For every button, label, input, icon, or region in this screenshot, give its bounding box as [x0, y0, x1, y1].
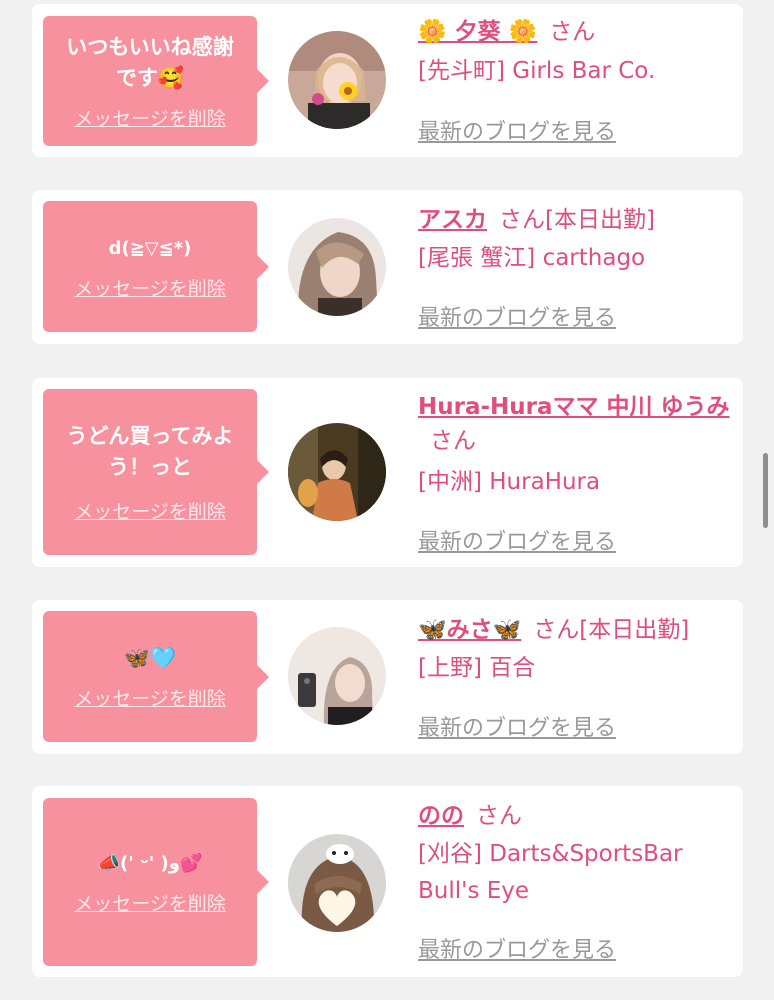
user-info: 🌼 夕葵 🌼 さん [先斗町] Girls Bar Co. [418, 14, 733, 90]
message-text: 🦋🩵 [123, 645, 177, 670]
avatar[interactable] [288, 834, 386, 932]
shop-name: [先斗町] Girls Bar Co. [418, 58, 656, 84]
shop-name: [刈谷] Darts&SportsBar Bull's Eye [418, 841, 683, 904]
latest-blog-link[interactable]: 最新のブログを見る [418, 114, 616, 146]
avatar[interactable] [288, 31, 386, 129]
honorific: さん [476, 803, 522, 829]
list-item: うどん買ってみよう！っと メッセージを削除 Hura-Huraママ 中川 ゆうみ… [32, 378, 743, 567]
shop-name: [中洲] HuraHura [418, 469, 601, 495]
status-badge: [本日出勤] [545, 207, 655, 233]
shop-name: [尾張 蟹江] carthago [418, 245, 646, 271]
message-bubble: うどん買ってみよう！っと メッセージを削除 [43, 389, 269, 555]
avatar[interactable] [288, 423, 386, 521]
latest-blog-link[interactable]: 最新のブログを見る [418, 932, 616, 964]
user-name-link[interactable]: アスカ [418, 207, 487, 233]
status-badge: [本日出勤] [579, 617, 690, 643]
message-text: d(≧▽≦*) [108, 237, 192, 259]
delete-message-link[interactable]: メッセージを削除 [74, 684, 226, 711]
avatar[interactable] [288, 218, 386, 316]
honorific: さん [549, 19, 596, 45]
user-name-link[interactable]: 🌼 夕葵 🌼 [418, 19, 537, 45]
user-name-link[interactable]: のの [418, 803, 464, 829]
message-bubble: いつもいいね感謝です🥰 メッセージを削除 [43, 16, 269, 146]
delete-message-link[interactable]: メッセージを削除 [74, 104, 226, 131]
delete-message-link[interactable]: メッセージを削除 [74, 889, 226, 916]
message-bubble: 📣(' ᵕ' )و💕 メッセージを削除 [43, 798, 269, 966]
honorific: さん [430, 428, 476, 454]
scrollbar[interactable] [763, 453, 768, 528]
latest-blog-link[interactable]: 最新のブログを見る [418, 710, 616, 742]
list-item: d(≧▽≦*) メッセージを削除 アスカ さん[本日出勤] [尾張 蟹江] car… [32, 190, 743, 344]
honorific: さん [499, 207, 545, 233]
user-name-link[interactable]: 🦋みさ🦋 [418, 617, 521, 643]
list-item: 📣(' ᵕ' )و💕 メッセージを削除 のの さん [刈谷] Darts&Spor… [32, 786, 743, 977]
message-text: いつもいいね感謝です🥰 [66, 34, 234, 90]
user-info: のの さん [刈谷] Darts&SportsBar Bull's Eye [418, 798, 733, 910]
shop-name: [上野] 百合 [418, 655, 536, 681]
message-bubble: 🦋🩵 メッセージを削除 [43, 611, 269, 742]
message-text: 📣(' ᵕ' )و💕 [97, 853, 203, 874]
message-feed: いつもいいね感謝です🥰 メッセージを削除 🌼 夕葵 🌼 さん [先斗町] Girl… [0, 0, 774, 1000]
user-info: 🦋みさ🦋 さん[本日出勤] [上野] 百合 [418, 612, 733, 687]
avatar[interactable] [288, 627, 386, 725]
list-item: 🦋🩵 メッセージを削除 🦋みさ🦋 さん[本日出勤] [上野] 百合 最新のブログを… [32, 600, 743, 754]
user-info: アスカ さん[本日出勤] [尾張 蟹江] carthago [418, 202, 733, 277]
message-text: うどん買ってみよう！っと [66, 423, 234, 479]
delete-message-link[interactable]: メッセージを削除 [74, 497, 226, 524]
user-name-link[interactable]: Hura-Huraママ 中川 ゆうみ [418, 394, 730, 420]
message-bubble: d(≧▽≦*) メッセージを削除 [43, 201, 269, 332]
list-item: いつもいいね感謝です🥰 メッセージを削除 🌼 夕葵 🌼 さん [先斗町] Girl… [32, 4, 743, 157]
latest-blog-link[interactable]: 最新のブログを見る [418, 300, 616, 332]
honorific: さん [533, 617, 580, 643]
delete-message-link[interactable]: メッセージを削除 [74, 274, 226, 301]
latest-blog-link[interactable]: 最新のブログを見る [418, 524, 616, 556]
user-info: Hura-Huraママ 中川 ゆうみさん [中洲] HuraHura [418, 390, 733, 501]
